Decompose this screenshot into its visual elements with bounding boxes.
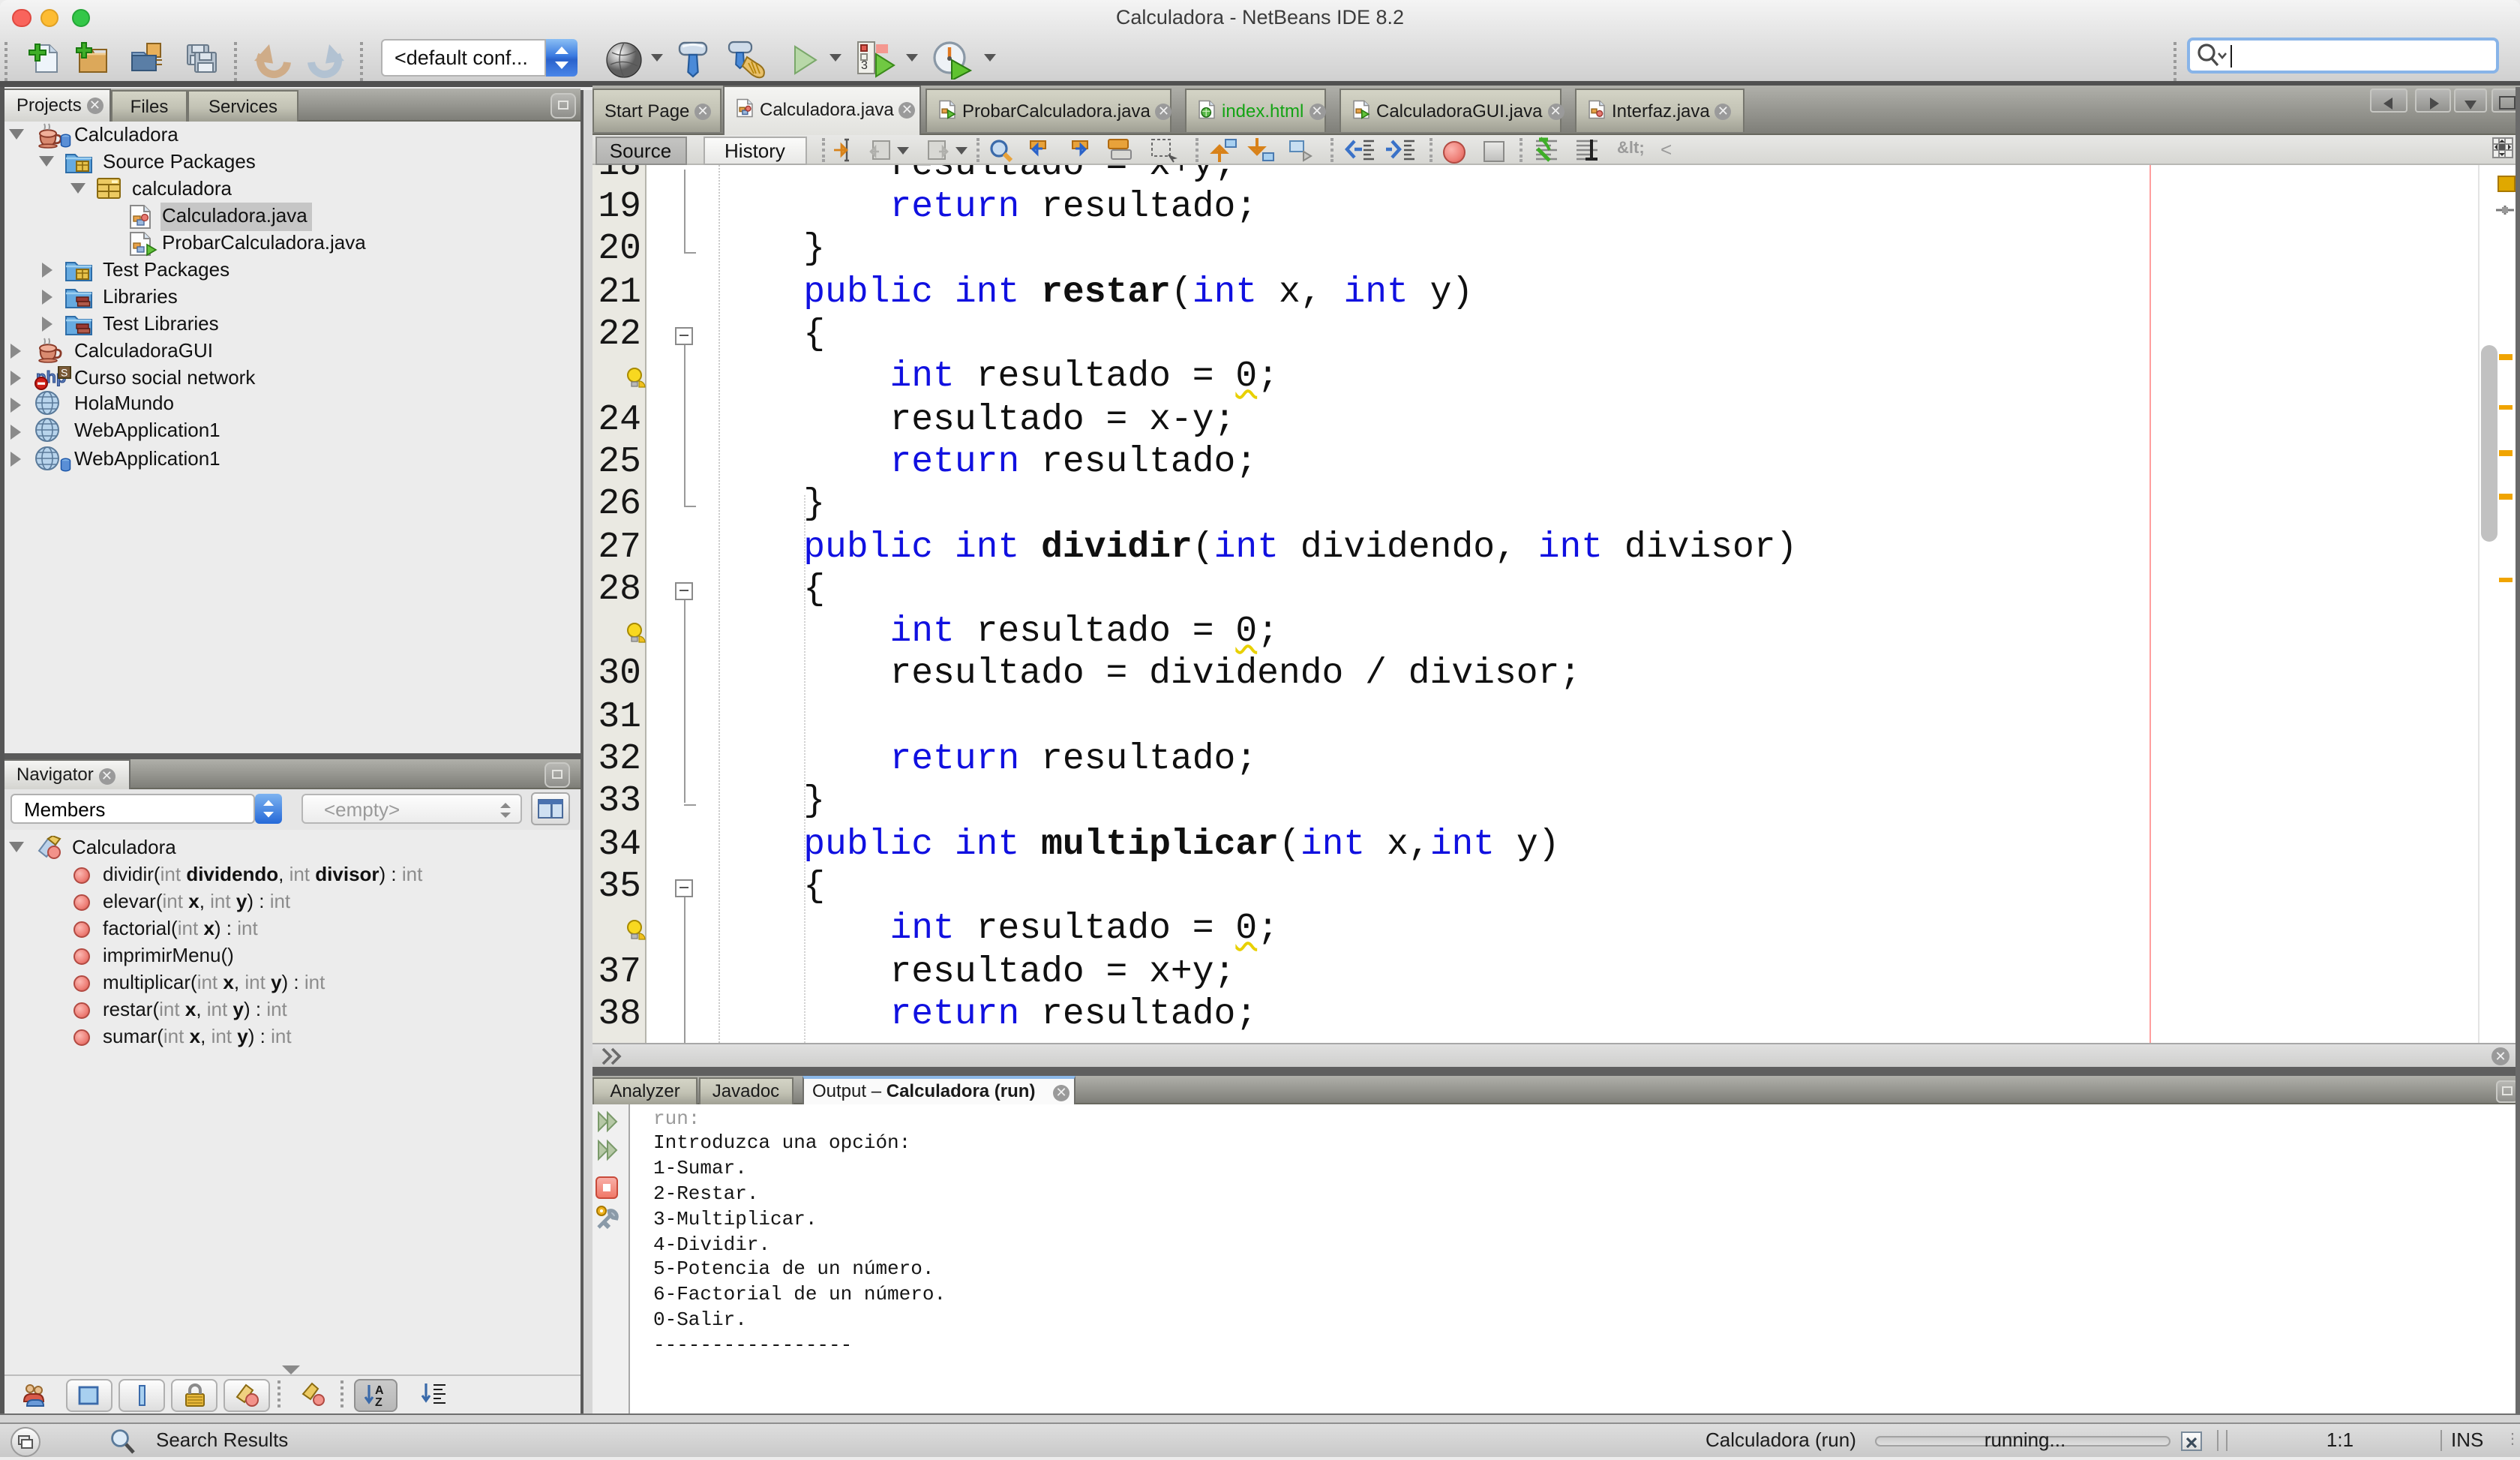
svg-text:3: 3 — [861, 59, 868, 72]
svg-text:S: S — [61, 366, 68, 378]
svg-text:Z: Z — [374, 1396, 382, 1409]
svg-text:A: A — [374, 1384, 383, 1397]
